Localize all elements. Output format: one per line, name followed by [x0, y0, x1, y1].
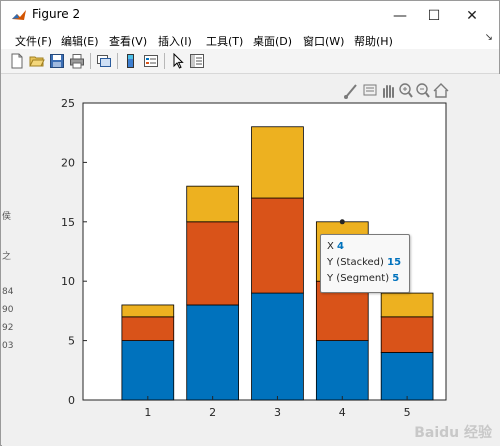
- bar-segment[interactable]: [121, 316, 175, 341]
- minimize-button[interactable]: —: [381, 1, 419, 31]
- link-plot-icon[interactable]: [96, 53, 112, 69]
- edit-plot-icon[interactable]: [170, 53, 186, 69]
- x-tick-label: 4: [339, 406, 346, 419]
- watermark: Baidu 经验: [414, 425, 492, 441]
- datatip-y2-value: 5: [392, 273, 400, 284]
- bar-segment[interactable]: [315, 340, 369, 401]
- menu-help[interactable]: 帮助(H): [354, 33, 393, 49]
- y-tick-label: 0: [68, 394, 75, 407]
- insert-legend-icon[interactable]: [143, 53, 159, 69]
- close-icon: ✕: [466, 8, 478, 24]
- minimize-icon: —: [393, 8, 407, 24]
- window-title: Figure 2: [32, 7, 81, 21]
- menu-edit[interactable]: 编辑(E): [61, 33, 99, 49]
- datatip-x-label: X: [327, 241, 334, 252]
- menu-bar: 文件(F) 编辑(E) 查看(V) 插入(I) 工具(T) 桌面(D) 窗口(W…: [1, 31, 499, 49]
- menu-window[interactable]: 窗口(W): [303, 33, 344, 49]
- matlab-app-icon: [11, 8, 27, 24]
- stacked-bar-chart[interactable]: 0 5 10 15 20 25 1 2 3 4 5: [2, 74, 500, 446]
- bar-segment[interactable]: [380, 292, 434, 318]
- bar-segment[interactable]: [251, 126, 304, 199]
- bar-segment[interactable]: [121, 340, 175, 401]
- y-tick-label: 20: [61, 156, 75, 169]
- print-icon[interactable]: [69, 53, 85, 69]
- bar-segment[interactable]: [186, 221, 239, 306]
- y-tick-label: 15: [61, 216, 75, 229]
- menu-view[interactable]: 查看(V): [109, 33, 147, 49]
- data-tip[interactable]: X 4 Y (Stacked) 15 Y (Segment) 5: [320, 234, 410, 293]
- maximize-button[interactable]: ☐: [415, 1, 453, 31]
- bar-segment[interactable]: [251, 197, 304, 294]
- new-figure-icon[interactable]: [9, 53, 25, 69]
- figure-window: Figure 2 — ☐ ✕ 文件(F) 编辑(E) 查看(V) 插入(I) 工…: [0, 0, 500, 446]
- y-tick-label: 5: [68, 335, 75, 348]
- toolbar-separator: [117, 53, 118, 69]
- y-tick-label: 25: [61, 97, 75, 110]
- datatip-y1-label: Y (Stacked): [327, 257, 384, 268]
- x-tick-label: 1: [144, 406, 151, 419]
- figure-toolbar: [1, 49, 499, 74]
- toolbar-separator: [90, 53, 91, 69]
- menu-tools[interactable]: 工具(T): [206, 33, 243, 49]
- close-button[interactable]: ✕: [453, 1, 491, 31]
- datatip-y2-row: Y (Segment) 5: [327, 273, 399, 284]
- x-tick-label: 5: [404, 406, 411, 419]
- datatip-x-value: 4: [337, 241, 345, 252]
- title-bar[interactable]: Figure 2 — ☐ ✕: [1, 1, 499, 31]
- datatip-y2-label: Y (Segment): [327, 273, 390, 284]
- bar-segment[interactable]: [186, 185, 239, 223]
- datatip-x-row: X 4: [327, 241, 344, 252]
- datatip-y1-row: Y (Stacked) 15: [327, 257, 401, 268]
- toolbar-separator: [164, 53, 165, 69]
- datatip-marker[interactable]: [339, 219, 345, 225]
- menu-file[interactable]: 文件(F): [15, 33, 52, 49]
- bar-segment[interactable]: [251, 292, 304, 401]
- save-icon[interactable]: [49, 53, 65, 69]
- bar-segment[interactable]: [186, 304, 239, 401]
- bar-segment[interactable]: [121, 304, 175, 318]
- x-tick-label: 2: [209, 406, 216, 419]
- figure-canvas[interactable]: 侯 之 84 90 92 03 0 5 10 15 20 25 1 2 3 4 5 X 4 Y (S…: [2, 74, 500, 446]
- insert-colorbar-icon[interactable]: [123, 53, 139, 69]
- y-tick-label: 10: [61, 275, 75, 288]
- menu-desktop[interactable]: 桌面(D): [253, 33, 292, 49]
- maximize-icon: ☐: [427, 8, 441, 24]
- x-tick-label: 3: [274, 406, 281, 419]
- bar-segment[interactable]: [380, 316, 434, 353]
- open-file-icon[interactable]: [29, 53, 45, 69]
- menu-insert[interactable]: 插入(I): [158, 33, 192, 49]
- bar-segment[interactable]: [380, 352, 434, 401]
- property-inspector-icon[interactable]: [189, 53, 205, 69]
- menu-overflow-icon[interactable]: ↘: [485, 32, 493, 43]
- datatip-y1-value: 15: [387, 257, 402, 268]
